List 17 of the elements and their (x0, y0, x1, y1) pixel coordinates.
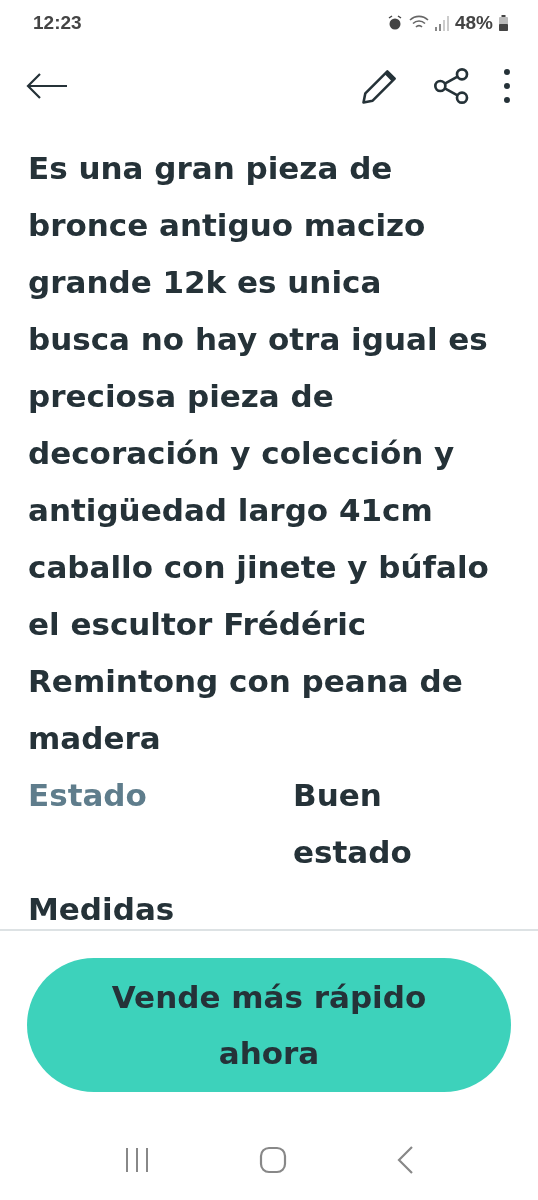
status-time: 12:23 (33, 12, 82, 34)
detail-label: Estado (28, 776, 148, 815)
back-button[interactable] (26, 72, 68, 100)
detail-label: Medidas (28, 890, 176, 929)
recent-apps-icon[interactable] (124, 1147, 151, 1173)
item-description: Es una gran pieza de bronce antiguo macizo grande 12k es unica busca no hay otra igual es preciosa pieza de decoración y colección y antigüedad largo 41cm caballo con jinete y búfalo el escultor Frédéric Remintong con peana de madera (28, 149, 490, 758)
signal-icon (434, 15, 449, 31)
battery-icon (499, 15, 508, 31)
more-icon (502, 67, 512, 105)
more-button[interactable] (502, 67, 512, 105)
back-arrow-icon (26, 72, 68, 100)
battery-percent: 48% (454, 12, 493, 34)
detail-value: Buen estado (293, 776, 413, 872)
alarm-icon (386, 15, 403, 31)
sell-faster-button[interactable]: Vende más rápido ahora (27, 958, 511, 1092)
home-icon[interactable] (259, 1146, 287, 1174)
back-icon[interactable] (395, 1146, 414, 1174)
